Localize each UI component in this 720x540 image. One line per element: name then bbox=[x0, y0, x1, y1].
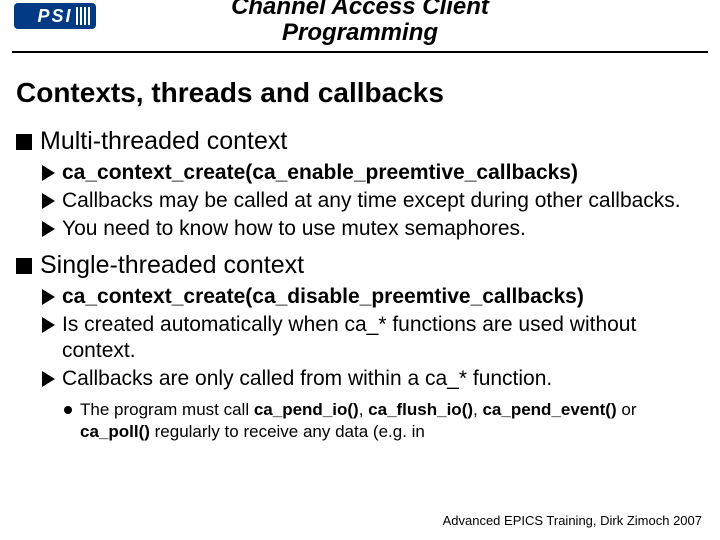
bullet-level2: ca_context_create(ca_enable_preemtive_ca… bbox=[42, 160, 704, 186]
triangle-bullet-icon bbox=[42, 193, 55, 209]
sub-text: ca_context_create(ca_disable_preemtive_c… bbox=[62, 284, 584, 310]
content-area: Multi-threaded context ca_context_create… bbox=[0, 127, 720, 443]
bullet-level1: Multi-threaded context bbox=[16, 127, 704, 156]
logo-stripes-icon bbox=[76, 7, 92, 25]
bullet-level2: You need to know how to use mutex semaph… bbox=[42, 216, 704, 242]
sub-text: Callbacks are only called from within a … bbox=[62, 366, 552, 392]
sub-text: ca_context_create(ca_enable_preemtive_ca… bbox=[62, 160, 578, 186]
square-bullet-icon bbox=[16, 258, 32, 274]
triangle-bullet-icon bbox=[42, 165, 55, 181]
subsub-text: The program must call ca_pend_io(), ca_f… bbox=[80, 399, 704, 443]
section-title: Contexts, threads and callbacks bbox=[0, 59, 720, 119]
psi-logo: PAUL SCHERRER INSTITUT PSI bbox=[14, 0, 124, 29]
bullet-level2: Callbacks may be called at any time exce… bbox=[42, 188, 704, 214]
triangle-bullet-icon bbox=[42, 371, 55, 387]
dot-bullet-icon bbox=[64, 406, 72, 414]
logo-institute-text: PAUL SCHERRER INSTITUT bbox=[14, 0, 124, 2]
bullet-level3: The program must call ca_pend_io(), ca_f… bbox=[64, 399, 704, 443]
bullet-level2: Callbacks are only called from within a … bbox=[42, 366, 704, 392]
sub-text: Callbacks may be called at any time exce… bbox=[62, 188, 681, 214]
triangle-bullet-icon bbox=[42, 221, 55, 237]
logo-abbr: PSI bbox=[37, 6, 72, 27]
sub-text: Is created automatically when ca_* funct… bbox=[62, 312, 704, 365]
bullet-label: Single-threaded context bbox=[40, 251, 304, 280]
bullet-level1: Single-threaded context bbox=[16, 251, 704, 280]
sub-text: You need to know how to use mutex semaph… bbox=[62, 216, 526, 242]
square-bullet-icon bbox=[16, 134, 32, 150]
bullet-level2: Is created automatically when ca_* funct… bbox=[42, 312, 704, 365]
logo-box: PSI bbox=[14, 3, 96, 29]
triangle-bullet-icon bbox=[42, 289, 55, 305]
triangle-bullet-icon bbox=[42, 317, 55, 333]
bullet-label: Multi-threaded context bbox=[40, 127, 287, 156]
footer-text: Advanced EPICS Training, Dirk Zimoch 200… bbox=[443, 513, 702, 528]
bullet-level2: ca_context_create(ca_disable_preemtive_c… bbox=[42, 284, 704, 310]
header-divider bbox=[12, 51, 708, 53]
